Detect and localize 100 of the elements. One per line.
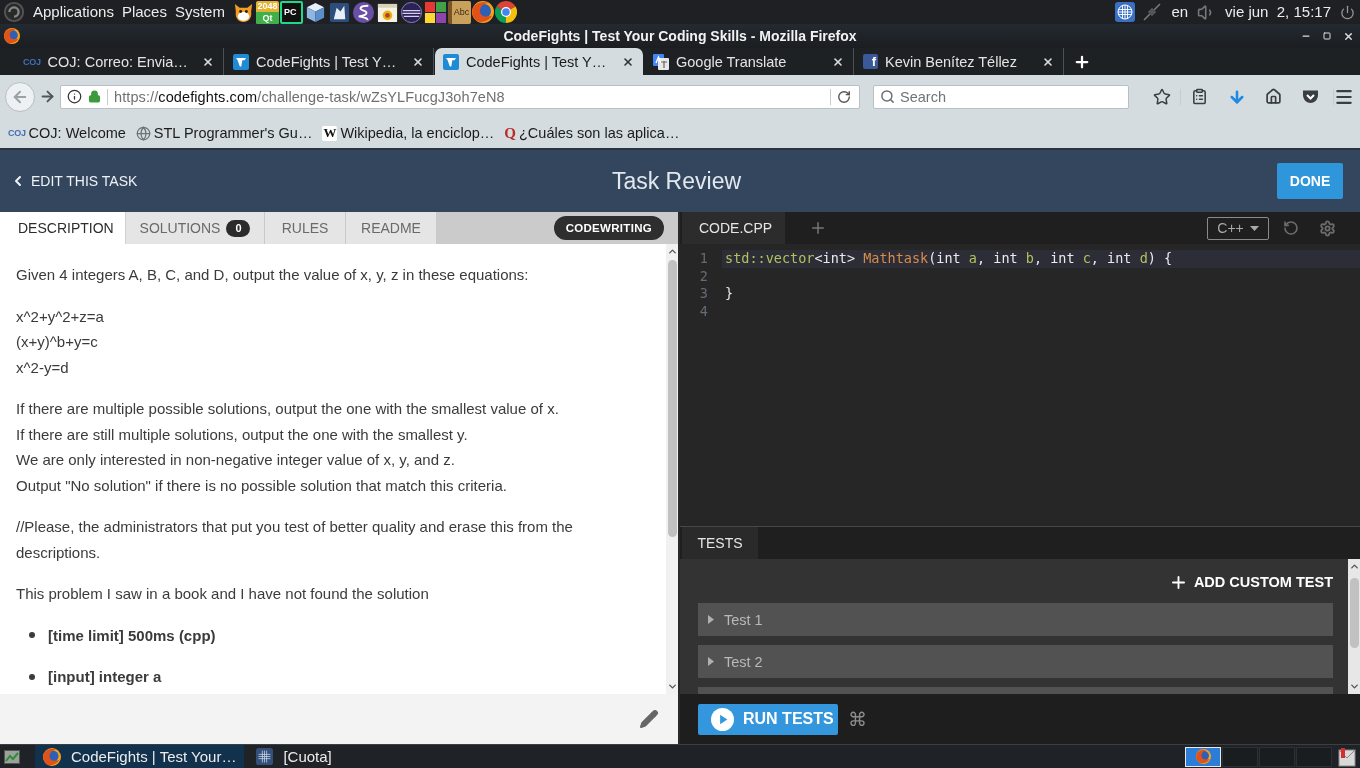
striped-circle-icon[interactable]	[399, 0, 423, 24]
star-icon[interactable]	[1152, 87, 1171, 106]
bookmark-link[interactable]: W Wikipedia, la enciclop…	[322, 125, 495, 141]
power-icon[interactable]	[1340, 4, 1355, 20]
page-title: Task Review	[611, 167, 742, 195]
language-select[interactable]: C++	[1207, 216, 1269, 240]
scrollbar-thumb[interactable]	[667, 260, 677, 537]
line-number: 2	[698, 267, 708, 286]
bookmark-link[interactable]: STL Programmer's Gu…	[135, 125, 313, 141]
maximize-icon[interactable]	[1323, 32, 1331, 40]
browser-tab[interactable]: CodeFights | Test Y…	[435, 48, 643, 75]
grid-icon[interactable]	[1115, 2, 1136, 22]
close-icon[interactable]	[1042, 55, 1054, 68]
bookmark-link[interactable]: Q ¿Cuáles son las aplica…	[504, 124, 680, 142]
panel-menu[interactable]: Applications	[29, 1, 118, 23]
close-icon[interactable]	[412, 55, 424, 68]
lock-icon[interactable]	[88, 90, 101, 103]
browser-tab[interactable]: CodeFights | Test Y…	[225, 48, 433, 75]
scrollbar[interactable]	[1348, 559, 1360, 694]
taskbar-item[interactable]: [Cuota]	[248, 745, 340, 768]
description-text: If there are multiple possible solutions, output the one with the smallest value of x.	[16, 399, 559, 419]
new-tab-icon[interactable]	[1073, 53, 1091, 71]
description-text: Given 4 integers A, B, C, and D, output the value of x, y, z in these equations:	[16, 265, 529, 285]
panel-tab[interactable]: SOLUTIONS 0	[126, 212, 265, 244]
favicon: W	[322, 125, 338, 141]
description-text: If there are still multiple solutions, output the one with the smallest y.	[16, 424, 468, 445]
reset-icon[interactable]	[1283, 220, 1299, 236]
browser-icon	[43, 747, 61, 766]
url-text[interactable]: https://codefights.com/challenge-task/wZsYLFucgJ3oh7eN8	[114, 88, 505, 105]
favicon-text: Q	[504, 124, 516, 142]
close-icon[interactable]	[1343, 30, 1354, 42]
description-text: We are only interested in non-negative integer value of x, y, and z.	[16, 450, 455, 470]
caret-icon[interactable]	[708, 657, 714, 666]
line-number: 1	[698, 250, 708, 268]
close-icon[interactable]	[622, 55, 634, 68]
chevron-up-icon[interactable]	[1348, 561, 1360, 572]
browser-tab[interactable]: COJ COJ: Correo: Envia…	[15, 48, 223, 75]
description-text: x^2+y^2+z=a	[16, 306, 104, 327]
pencil-icon[interactable]	[639, 709, 659, 729]
description-text: x^2-y=d	[16, 357, 69, 378]
screen-chart-icon[interactable]	[4, 749, 20, 764]
bookmark-link[interactable]: COJ COJ: Welcome	[8, 125, 126, 141]
chevron-shield-icon[interactable]	[1302, 89, 1319, 104]
favicon: f	[863, 54, 878, 69]
info-icon[interactable]	[67, 89, 82, 104]
clipboard-icon[interactable]	[1191, 88, 1208, 105]
settings-icon[interactable]	[1319, 219, 1336, 237]
close-icon[interactable]	[202, 55, 214, 68]
line-number: 4	[698, 302, 708, 321]
clock-text[interactable]: vie jun 2, 15:17	[1223, 1, 1333, 23]
browser-icon[interactable]	[494, 1, 517, 23]
caret-down-icon	[1249, 225, 1259, 231]
home-icon[interactable]	[1265, 88, 1282, 105]
globe-icon	[135, 125, 151, 141]
browser-icon[interactable]	[471, 1, 494, 23]
file-tab[interactable]: CODE.CPP	[682, 212, 785, 244]
tests-tab[interactable]: TESTS	[682, 527, 758, 559]
line-number: 3	[698, 285, 708, 303]
site-icon	[233, 53, 249, 70]
mailbox-icon[interactable]	[1338, 746, 1356, 767]
plug-icon[interactable]	[1142, 2, 1163, 22]
code-line: }	[724, 285, 735, 303]
color-squares-icon[interactable]	[423, 0, 447, 24]
scrollbar-thumb[interactable]	[1349, 578, 1359, 648]
description-text: Output "No solution" if there is no possible solution that match this criteria.	[16, 475, 507, 496]
add-custom-test-button[interactable]: ADD CUSTOM TEST	[1168, 571, 1333, 593]
grid-icon	[256, 748, 274, 765]
browser-tab[interactable]: f Kevin Benítez Téllez	[855, 48, 1063, 75]
image-icon[interactable]	[327, 0, 351, 24]
bullet-text: [input] integer a	[48, 667, 162, 687]
url-field[interactable]: https://codefights.com/challenge-task/wZsYLFucgJ3oh7eN8	[60, 84, 860, 109]
search-field[interactable]: Search	[873, 84, 1129, 109]
test-row[interactable]: Test 2	[698, 645, 1333, 678]
panel-menu[interactable]: System	[170, 1, 229, 23]
panel-menu[interactable]: Places	[117, 1, 171, 23]
keyboard-layout[interactable]: en	[1169, 1, 1191, 23]
chevron-down-icon[interactable]	[666, 681, 678, 692]
chevron-down-icon[interactable]	[1348, 681, 1360, 692]
browser-tab[interactable]: Google Translate	[645, 48, 853, 75]
taskbar-item[interactable]: CodeFights | Test Your…	[35, 745, 245, 768]
translate-icon	[653, 53, 669, 70]
back-link[interactable]: EDIT THIS TASK	[10, 173, 138, 189]
browser-icon[interactable]	[4, 28, 20, 44]
reload-icon[interactable]	[837, 89, 851, 104]
site-icon	[443, 53, 459, 70]
panel-tab[interactable]: DESCRIPTION	[0, 212, 126, 244]
panel-tab[interactable]: RULES	[265, 212, 346, 244]
app-tile[interactable]: PC	[279, 0, 303, 24]
arrow-right-icon[interactable]	[39, 88, 56, 105]
scrollbar[interactable]	[666, 244, 678, 694]
test-row[interactable]: Test 1	[698, 603, 1333, 636]
swirl-icon[interactable]	[351, 0, 375, 24]
close-icon[interactable]	[832, 55, 844, 68]
caret-icon[interactable]	[708, 615, 714, 624]
system-logo-icon[interactable]	[3, 1, 25, 23]
count-badge: 0	[226, 219, 251, 237]
app-tile[interactable]: Abc	[447, 0, 471, 24]
plus-icon[interactable]	[809, 219, 827, 237]
chevron-up-icon[interactable]	[666, 246, 678, 257]
panel-tab[interactable]: README	[346, 212, 437, 244]
